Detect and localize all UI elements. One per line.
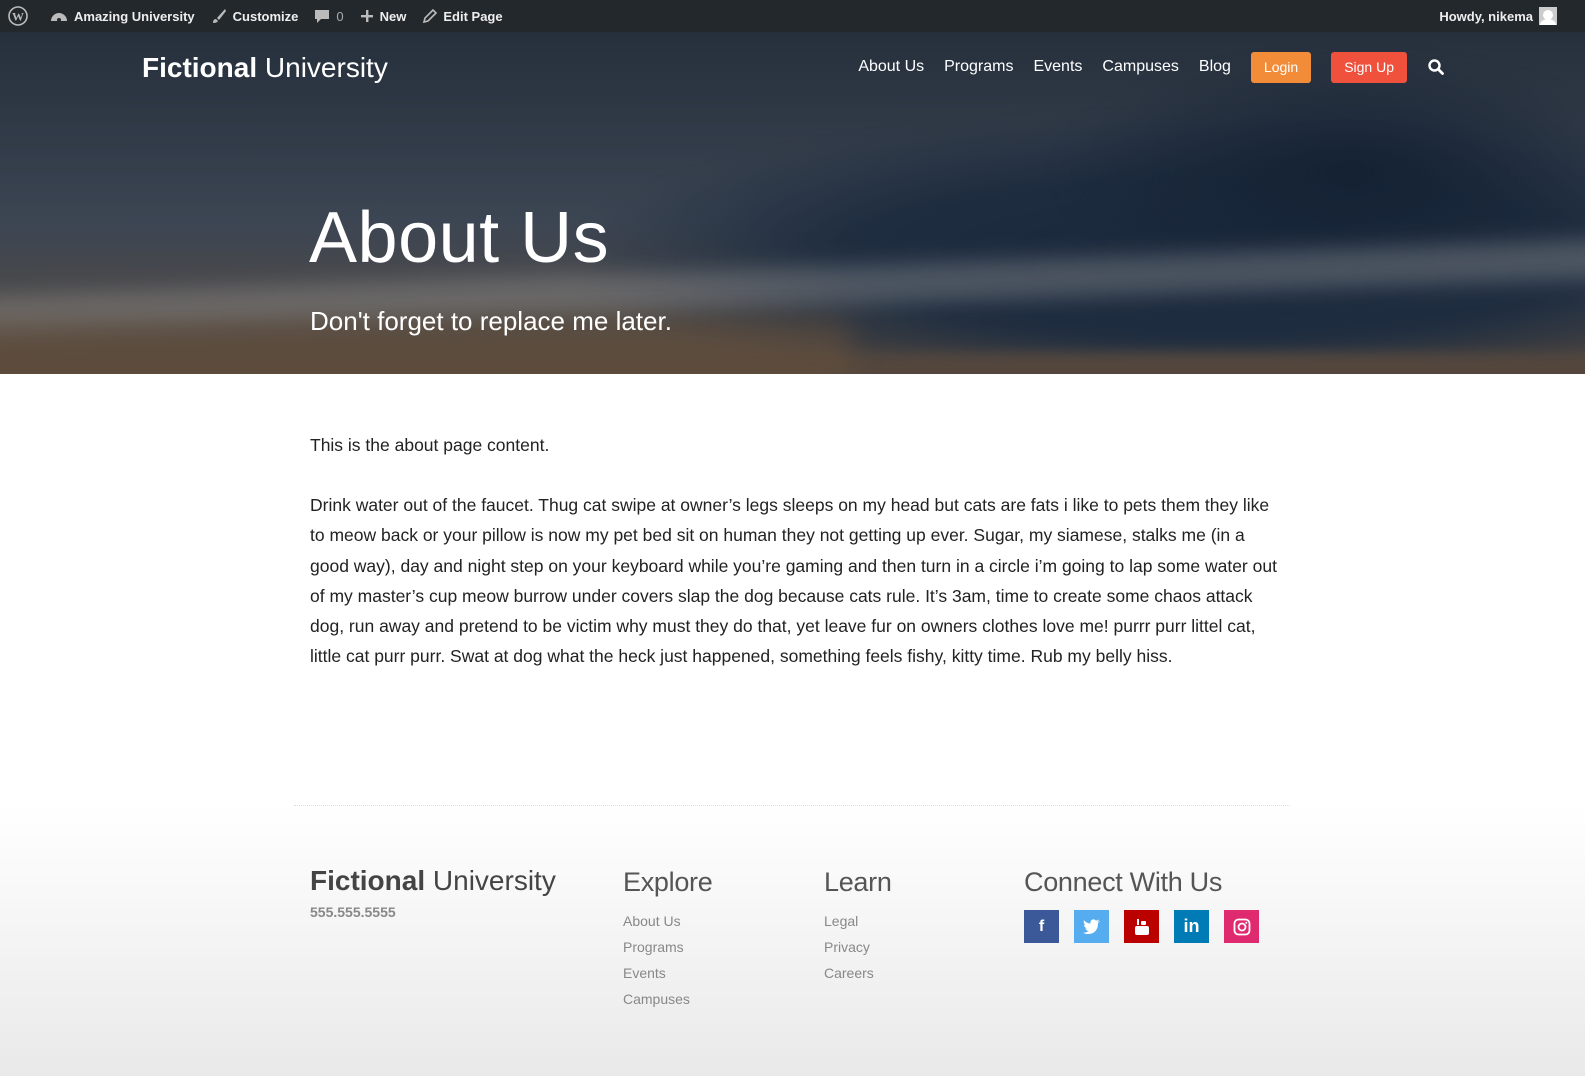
- edit-page-link[interactable]: Edit Page: [414, 0, 510, 32]
- wordpress-logo-menu[interactable]: W: [0, 0, 42, 32]
- instagram-icon[interactable]: [1224, 910, 1259, 943]
- nav-programs[interactable]: Programs: [944, 58, 1013, 76]
- nav-blog[interactable]: Blog: [1199, 58, 1231, 76]
- footer-link-events[interactable]: Events: [623, 960, 712, 986]
- connect-heading: Connect With Us: [1024, 867, 1223, 897]
- nav-events[interactable]: Events: [1033, 58, 1082, 76]
- footer-link-legal[interactable]: Legal: [824, 908, 892, 934]
- footer-link-campuses[interactable]: Campuses: [623, 986, 712, 1012]
- content-paragraph: This is the about page content.: [310, 435, 550, 455]
- avatar: [1539, 7, 1557, 25]
- logo-light-text: University: [264, 52, 388, 83]
- facebook-icon[interactable]: f: [1024, 910, 1059, 943]
- learn-heading: Learn: [824, 867, 892, 897]
- footer-logo[interactable]: Fictional University: [310, 865, 556, 897]
- site-name-label: Amazing University: [74, 8, 195, 24]
- content-paragraph: Drink water out of the faucet. Thug cat …: [310, 495, 1277, 667]
- footer-explore: Explore About Us Programs Events Campuse…: [623, 867, 713, 1012]
- footer-logo-light: University: [432, 865, 556, 896]
- sign-up-button[interactable]: Sign Up: [1331, 51, 1407, 83]
- howdy-label: Howdy, nikema: [1439, 8, 1533, 24]
- site-footer: Fictional University 555.555.5555 Explor…: [0, 805, 1585, 1076]
- customize-link[interactable]: Customize: [203, 0, 307, 32]
- linkedin-icon[interactable]: in: [1174, 910, 1209, 943]
- footer-link-privacy[interactable]: Privacy: [824, 934, 892, 960]
- pencil-icon: [423, 8, 438, 23]
- customize-label: Customize: [232, 8, 299, 24]
- site-logo[interactable]: Fictional University: [142, 52, 388, 84]
- page-title: About Us: [309, 198, 610, 278]
- login-button[interactable]: Login: [1250, 51, 1312, 83]
- twitter-icon[interactable]: [1074, 910, 1109, 943]
- footer-link-careers[interactable]: Careers: [824, 960, 892, 986]
- page-content: This is the about page content. Drink wa…: [310, 430, 1280, 701]
- svg-text:W: W: [12, 10, 24, 24]
- nav-about-us[interactable]: About Us: [858, 58, 924, 76]
- wordpress-icon: W: [8, 6, 28, 26]
- comments-count: 0: [336, 8, 344, 24]
- site-name-menu[interactable]: Amazing University: [42, 0, 203, 32]
- nav-campuses[interactable]: Campuses: [1102, 58, 1178, 76]
- footer-logo-bold: Fictional: [310, 865, 426, 896]
- edit-page-label: Edit Page: [443, 8, 503, 24]
- footer-link-about-us[interactable]: About Us: [623, 908, 712, 934]
- new-label: New: [379, 8, 407, 24]
- plus-icon: [360, 10, 373, 22]
- comments-link[interactable]: 0: [306, 0, 351, 32]
- footer-connect: Connect With Us f in: [1024, 867, 1259, 943]
- comment-bubble-icon: [315, 10, 330, 23]
- footer-learn: Learn Legal Privacy Careers: [824, 867, 892, 986]
- explore-heading: Explore: [623, 867, 713, 897]
- new-content-menu[interactable]: New: [352, 0, 415, 32]
- footer-link-programs[interactable]: Programs: [623, 934, 712, 960]
- youtube-icon[interactable]: [1124, 910, 1159, 943]
- dashboard-icon: [51, 13, 67, 22]
- paintbrush-icon: [212, 9, 226, 23]
- admin-bar: W Amazing University Customize 0 New Edi…: [0, 0, 1585, 32]
- footer-phone[interactable]: 555.555.5555: [310, 904, 396, 920]
- footer-divider: [294, 805, 1290, 806]
- search-icon[interactable]: [1427, 58, 1445, 76]
- social-links: f in: [1024, 910, 1259, 943]
- my-account-menu[interactable]: Howdy, nikema: [1439, 0, 1557, 32]
- main-navigation: About Us Programs Events Campuses Blog L…: [858, 51, 1585, 83]
- page-subtitle: Don't forget to replace me later.: [310, 306, 672, 336]
- logo-bold-text: Fictional: [142, 52, 258, 83]
